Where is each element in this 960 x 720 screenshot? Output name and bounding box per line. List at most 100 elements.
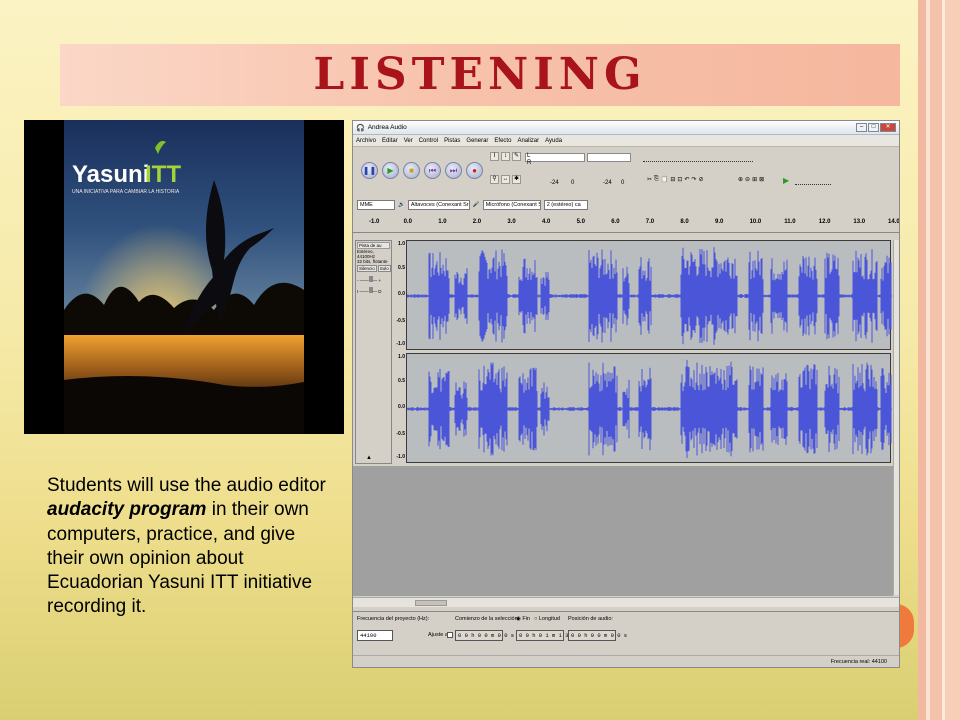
snap-to-label: Ajuste a — [428, 632, 448, 638]
playback-meter[interactable] — [525, 153, 585, 162]
menu-editar[interactable]: Editar — [382, 138, 398, 144]
waveform-channel-left[interactable] — [406, 240, 892, 350]
undo-icon[interactable]: ↶ — [684, 176, 689, 188]
skip-end-button[interactable]: ⏭ — [445, 162, 462, 179]
gain-slider[interactable]: - —— — + — [357, 276, 390, 283]
menu-archivo[interactable]: Archivo — [356, 138, 376, 144]
selection-tool-icon[interactable]: I — [490, 152, 499, 161]
amplitude-tick: -0.5 — [396, 431, 405, 437]
status-bar: Frecuencia real: 44100 — [353, 655, 899, 667]
timeline-ruler[interactable]: -1.0 0.0 1.0 2.0 3.0 4.0 5.0 6.0 7.0 8.0 9.0 10.0 11… — [353, 215, 899, 233]
decor-stripe — [945, 0, 960, 720]
zoom-tool-icon[interactable]: ⚲ — [490, 175, 499, 184]
project-rate-select[interactable]: 44100 — [357, 630, 393, 641]
skip-start-button[interactable]: ⏮ — [424, 162, 441, 179]
output-device-select[interactable]: Altavoces (Conexant Sr — [407, 200, 470, 210]
trim-icon[interactable]: ⊟ — [670, 176, 675, 188]
sync-lock-icon[interactable]: ⊘ — [698, 176, 703, 188]
pan-right: D — [378, 289, 382, 294]
volume-slider[interactable] — [643, 154, 753, 162]
amplitude-tick: 1.0 — [398, 354, 405, 360]
scroll-thumb[interactable] — [415, 600, 447, 606]
menu-efecto[interactable]: Efecto — [494, 138, 511, 144]
selection-end-time[interactable]: 0 0 h 0 1 m 1 3 s — [516, 630, 575, 641]
window-title: Andrea Audio — [367, 124, 407, 131]
fit-selection-icon[interactable]: ⊞ — [752, 176, 757, 188]
timeshift-tool-icon[interactable]: ↔ — [501, 175, 510, 184]
menu-generar[interactable]: Generar — [466, 138, 488, 144]
collapse-track-icon[interactable]: ▲ — [366, 455, 372, 461]
amplitude-tick: -1.0 — [396, 454, 405, 460]
stop-button[interactable]: ■ — [403, 162, 420, 179]
pause-button[interactable]: ❚❚ — [361, 162, 378, 179]
cut-icon[interactable]: ✂ — [647, 176, 652, 188]
speed-slider[interactable] — [795, 180, 831, 185]
play-button[interactable]: ▶ — [382, 162, 399, 179]
meter-db-label-2: -24 — [603, 180, 612, 186]
sunset-bird-illustration: Yasuni ITT UNA INICIATIVA PARA CAMBIAR L… — [64, 120, 304, 434]
caption-emphasis: audacity program — [47, 499, 207, 521]
audio-track: Pista de au Estéreo, 44100Hz 32 bits, fl… — [353, 240, 893, 465]
empty-track-area[interactable] — [353, 466, 893, 596]
play-at-speed-icon[interactable]: ▶ — [783, 176, 789, 185]
ruler-tick: 4.0 — [542, 219, 551, 225]
amplitude-tick: 0.0 — [398, 291, 405, 297]
selection-start-time[interactable]: 0 0 h 0 0 m 0 0 s — [455, 630, 514, 641]
fit-project-icon[interactable]: ⊠ — [759, 176, 764, 188]
envelope-tool-icon[interactable]: ↕ — [501, 152, 510, 161]
project-rate-label: Frecuencia del proyecto (Hz): — [357, 616, 430, 622]
minimize-button[interactable]: – — [856, 123, 867, 132]
multi-tool-icon[interactable]: ✱ — [512, 175, 521, 184]
ruler-tick: 12.0 — [818, 219, 831, 225]
menu-analizar[interactable]: Analizar — [517, 138, 539, 144]
input-device-select[interactable]: Micrófono (Conexant S — [482, 200, 541, 210]
solo-button[interactable]: Solo — [377, 265, 391, 272]
close-button[interactable]: ✕ — [880, 123, 896, 132]
track-info-format: Estéreo, 44100Hz — [357, 249, 376, 259]
end-radio[interactable]: ◉ Fin — [516, 616, 530, 622]
length-radio[interactable]: ○ Longitud — [534, 616, 560, 622]
meter-db-label: -24 — [550, 180, 559, 186]
menu-pistas[interactable]: Pistas — [444, 138, 460, 144]
caption-text: Students will use the audio editor — [47, 475, 326, 496]
amplitude-tick: 0.5 — [398, 378, 405, 384]
selection-toolbar: Frecuencia del proyecto (Hz): 44100 Comi… — [353, 611, 899, 653]
audacity-window: 🎧 Andrea Audio – □ ✕ Archivo Editar Ver … — [352, 120, 900, 668]
menu-control[interactable]: Control — [419, 138, 438, 144]
track-name-button[interactable]: Pista de au — [357, 242, 390, 249]
copy-icon[interactable]: ⎘ — [654, 176, 659, 188]
mute-button[interactable]: Silencio — [357, 265, 377, 272]
waveform-channel-right[interactable] — [406, 353, 892, 463]
redo-icon[interactable]: ↷ — [691, 176, 696, 188]
meter-zero-label: 0 — [571, 180, 575, 186]
record-button[interactable]: ● — [466, 162, 483, 179]
audio-position-time[interactable]: 0 0 h 0 0 m 0 0 s — [568, 630, 627, 641]
zoom-out-icon[interactable]: ⊖ — [745, 176, 750, 188]
vertical-scrollbar[interactable] — [893, 240, 899, 595]
pan-slider[interactable]: I —— — D — [357, 287, 390, 294]
draw-tool-icon[interactable]: ✎ — [512, 152, 521, 161]
snap-to-checkbox[interactable] — [447, 632, 453, 638]
maximize-button[interactable]: □ — [868, 123, 879, 132]
microphone-icon: 🎤 — [472, 202, 480, 208]
gain-minus: - — [357, 278, 359, 283]
ruler-tick: 11.0 — [784, 219, 796, 225]
end-label: Fin — [522, 616, 530, 622]
ruler-tick: 0.0 — [403, 219, 412, 225]
track-control-panel: Pista de au Estéreo, 44100Hz 32 bits, fl… — [355, 240, 392, 464]
paste-icon[interactable]: 📋 — [661, 176, 668, 188]
amplitude-tick: 0.5 — [398, 265, 405, 271]
menu-ver[interactable]: Ver — [404, 138, 413, 144]
record-meter[interactable] — [587, 153, 631, 162]
silence-icon[interactable]: ⊡ — [677, 176, 682, 188]
channels-select[interactable]: 2 (estéreo) ca — [543, 200, 588, 210]
horizontal-scrollbar[interactable] — [353, 597, 899, 607]
amplitude-tick: 0.0 — [398, 404, 405, 410]
zoom-in-icon[interactable]: ⊕ — [738, 176, 743, 188]
menu-ayuda[interactable]: Ayuda — [545, 138, 562, 144]
host-select[interactable]: MME — [357, 200, 395, 210]
selection-start-label: Comienzo de la selección: — [455, 616, 520, 622]
ruler-tick: 6.0 — [611, 219, 620, 225]
decor-stripe — [918, 0, 926, 720]
meter-right-label: R — [527, 160, 532, 166]
